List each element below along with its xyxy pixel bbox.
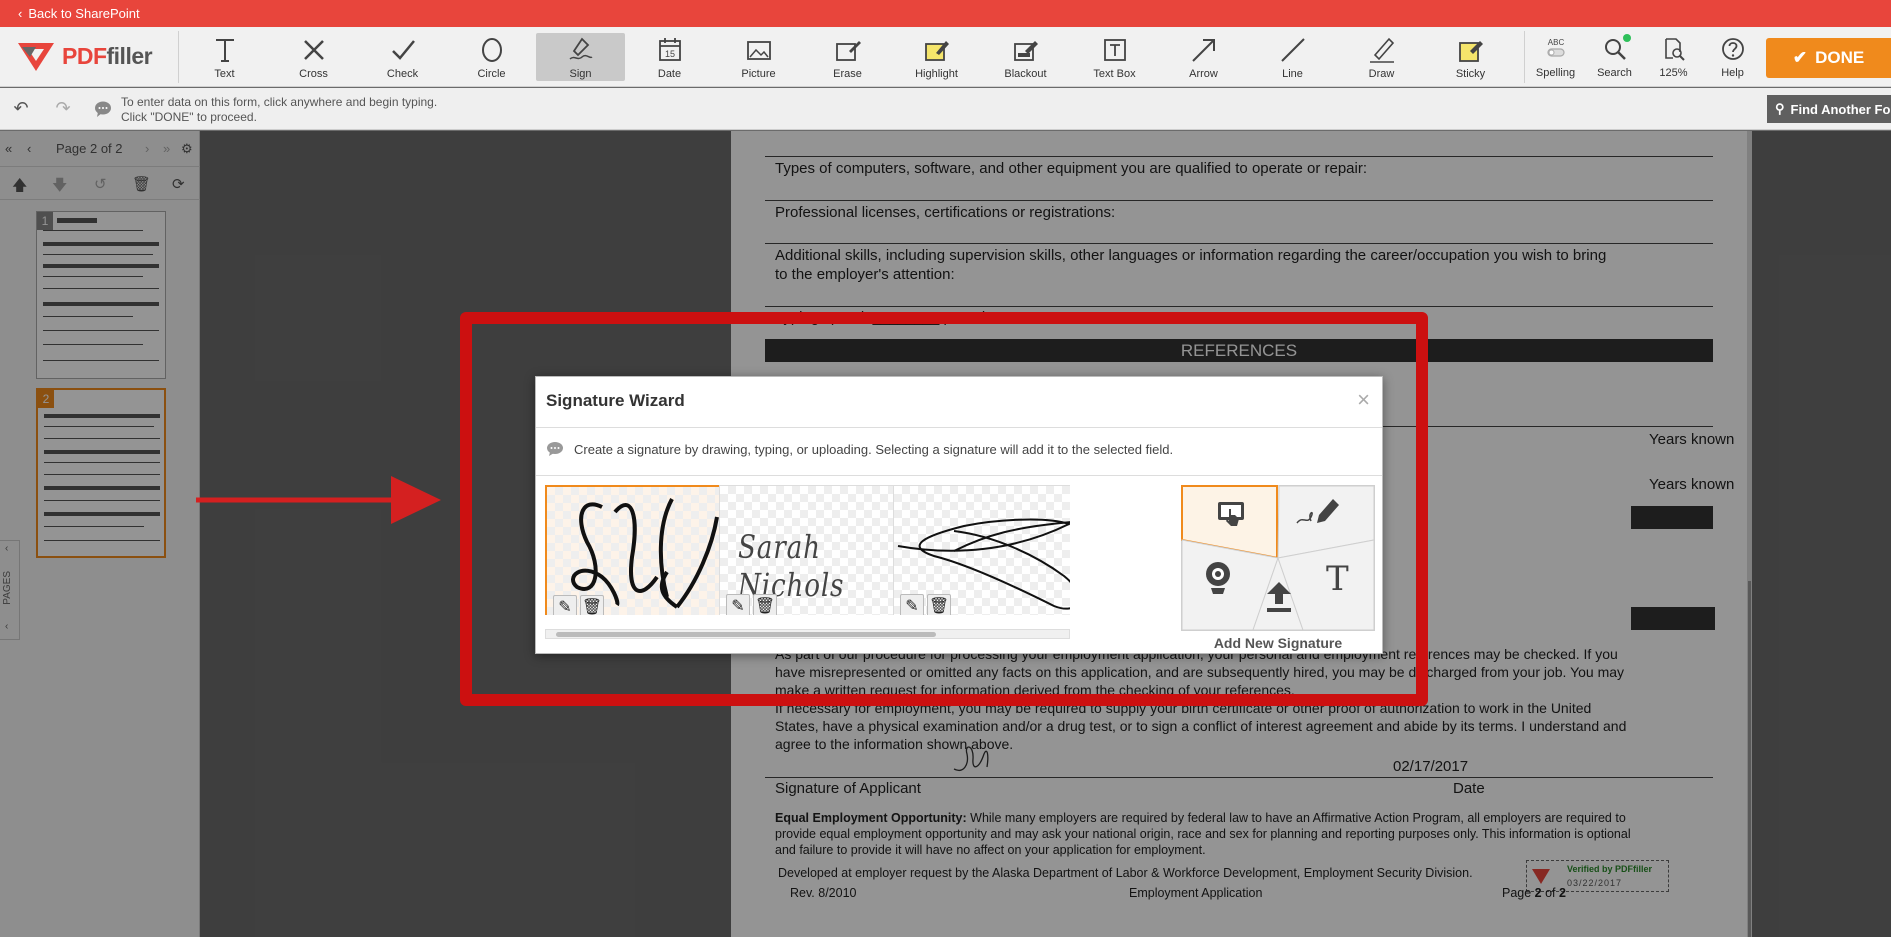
check-tool-label: Check bbox=[386, 67, 419, 80]
redo-icon[interactable]: ↷ bbox=[52, 98, 74, 120]
circle-tool-label: Circle bbox=[477, 67, 506, 80]
text-icon bbox=[215, 38, 234, 62]
zoom-tool[interactable]: 125% bbox=[1644, 27, 1703, 87]
text-tool-label: Text bbox=[214, 67, 235, 80]
help-tool[interactable]: Help bbox=[1703, 27, 1762, 87]
sub-toolbar: ↶ ↷ To enter data on this form, click an… bbox=[0, 88, 1891, 130]
blackout-tool[interactable]: Blackout bbox=[981, 27, 1070, 87]
highlight-tool-label: Highlight bbox=[915, 67, 958, 80]
erase-icon bbox=[835, 40, 861, 61]
cross-icon bbox=[303, 39, 324, 60]
right-tool-list: ABC Spelling Search 125% Help bbox=[1526, 27, 1762, 87]
erase-tool-label: Erase bbox=[833, 67, 862, 80]
arrow-tool-label: Arrow bbox=[1189, 67, 1218, 80]
arrow-tool[interactable]: Arrow bbox=[1159, 27, 1248, 87]
sign-icon bbox=[568, 37, 593, 60]
draw-tool-label: Draw bbox=[1368, 67, 1395, 80]
chat-bubble-icon bbox=[95, 101, 111, 117]
line-icon bbox=[1280, 37, 1305, 62]
search-label: Search bbox=[1597, 66, 1632, 79]
check-icon bbox=[391, 39, 415, 60]
hint-line-1: To enter data on this form, click anywhe… bbox=[121, 95, 438, 109]
sticky-tool[interactable]: Sticky bbox=[1426, 27, 1515, 87]
back-to-sharepoint-link[interactable]: ‹ Back to SharePoint bbox=[18, 6, 140, 21]
pdffiller-logo: PDFfiller bbox=[16, 39, 153, 73]
picture-tool-label: Picture bbox=[741, 67, 776, 80]
search-status-dot bbox=[1623, 34, 1631, 42]
arrow-icon bbox=[1191, 38, 1215, 62]
chevron-left-icon: ‹ bbox=[18, 6, 23, 21]
highlight-icon bbox=[924, 40, 949, 61]
blackout-icon bbox=[1013, 40, 1038, 61]
date-tool-label: Date bbox=[657, 67, 682, 80]
find-another-form-button[interactable]: ⚲ Find Another Form bbox=[1767, 95, 1891, 123]
instructions-hint: To enter data on this form, click anywhe… bbox=[121, 95, 437, 125]
tool-list: Text Cross Check Circle Sign 15 Date Pic… bbox=[180, 27, 1515, 87]
hint-line-2: Click "DONE" to proceed. bbox=[121, 110, 257, 124]
highlight-annotation-box bbox=[460, 312, 1428, 706]
draw-icon bbox=[1369, 37, 1394, 63]
zoom-label: 125% bbox=[1659, 66, 1688, 79]
back-label: Back to SharePoint bbox=[28, 6, 140, 21]
draw-tool[interactable]: Draw bbox=[1337, 27, 1426, 87]
line-tool-label: Line bbox=[1282, 67, 1303, 80]
textbox-icon bbox=[1103, 38, 1126, 61]
date-icon: 15 bbox=[658, 37, 681, 61]
search-tool[interactable]: Search bbox=[1585, 27, 1644, 87]
annotation-arrow-icon bbox=[196, 476, 441, 524]
sign-tool[interactable]: Sign bbox=[536, 33, 625, 81]
help-icon bbox=[1721, 37, 1744, 60]
circle-tool[interactable]: Circle bbox=[447, 27, 536, 87]
highlight-tool[interactable]: Highlight bbox=[892, 27, 981, 87]
text-tool[interactable]: Text bbox=[180, 27, 269, 87]
sign-tool-label: Sign bbox=[569, 67, 592, 80]
picture-tool[interactable]: Picture bbox=[714, 27, 803, 87]
check-tool[interactable]: Check bbox=[358, 27, 447, 87]
cross-tool-label: Cross bbox=[299, 67, 328, 80]
done-button[interactable]: ✔ DONE bbox=[1766, 38, 1891, 78]
spelling-icon: ABC bbox=[1546, 38, 1565, 57]
search-icon: ⚲ bbox=[1775, 101, 1785, 116]
sticky-tool-label: Sticky bbox=[1455, 67, 1486, 80]
circle-icon bbox=[481, 37, 502, 62]
undo-icon[interactable]: ↶ bbox=[10, 98, 32, 120]
textbox-tool[interactable]: Text Box bbox=[1070, 27, 1159, 87]
cross-tool[interactable]: Cross bbox=[269, 27, 358, 87]
spelling-label: Spelling bbox=[1535, 66, 1576, 79]
logo-text: PDFfiller bbox=[62, 42, 153, 69]
textbox-tool-label: Text Box bbox=[1093, 67, 1136, 80]
checkmark-icon: ✔ bbox=[1792, 48, 1808, 67]
line-tool[interactable]: Line bbox=[1248, 27, 1337, 87]
main-toolbar: PDFfiller Text Cross Check Circle Sign 1… bbox=[0, 27, 1891, 87]
top-bar: ‹ Back to SharePoint bbox=[0, 0, 1891, 27]
sticky-icon bbox=[1458, 40, 1483, 62]
help-label: Help bbox=[1721, 66, 1744, 79]
zoom-icon bbox=[1664, 37, 1685, 61]
done-label: DONE bbox=[1815, 48, 1865, 67]
svg-text:ABC: ABC bbox=[1547, 38, 1564, 47]
logo-icon bbox=[18, 43, 54, 71]
picture-icon bbox=[746, 40, 771, 60]
blackout-tool-label: Blackout bbox=[1004, 67, 1047, 80]
spelling-tool[interactable]: ABC Spelling bbox=[1526, 27, 1585, 87]
svg-text:15: 15 bbox=[664, 49, 674, 59]
date-tool[interactable]: 15 Date bbox=[625, 27, 714, 87]
find-label: Find Another Form bbox=[1790, 101, 1891, 117]
erase-tool[interactable]: Erase bbox=[803, 27, 892, 87]
